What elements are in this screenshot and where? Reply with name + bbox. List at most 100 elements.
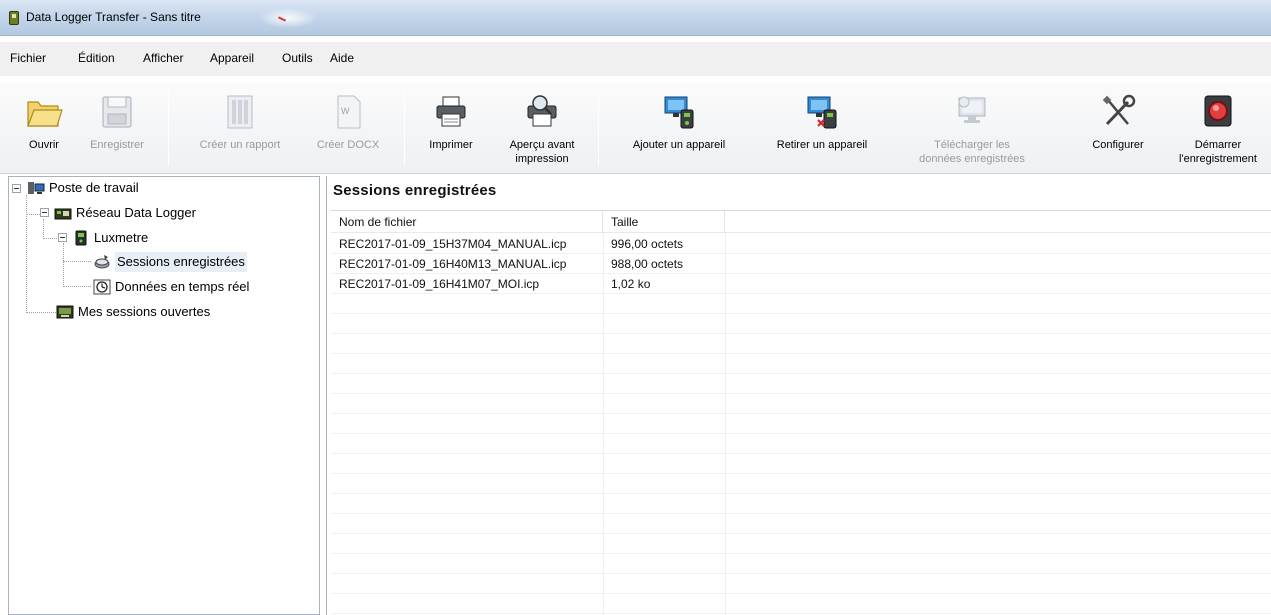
cell-filename: REC2017-01-09_16H41M07_MOI.icp (339, 277, 540, 291)
menu-afficher[interactable]: Afficher (143, 51, 183, 65)
cell-size: 996,00 octets (611, 237, 684, 251)
print-preview-label-line1: Aperçu avant (509, 139, 575, 151)
sessions-title: Sessions enregistrées (333, 182, 497, 199)
tree-connector (26, 312, 56, 313)
open-sessions-icon (56, 305, 74, 319)
remove-device-label: Retirer un appareil (776, 139, 868, 151)
menu-fichier[interactable]: Fichier (10, 51, 46, 65)
cell-filename: REC2017-01-09_16H40M13_MANUAL.icp (339, 257, 567, 271)
print-preview-label: Aperçu avant impression (492, 138, 592, 166)
tree-label-root: Poste de travail (49, 180, 139, 195)
device-tree: Poste de travail Réseau Data Logger Luxm… (8, 176, 320, 615)
report-icon (227, 95, 253, 129)
tree-connector (63, 243, 64, 287)
print-label: Imprimer (429, 139, 473, 151)
table-row[interactable]: REC2017-01-09_15H37M04_MANUAL.icp 996,00 … (331, 235, 1271, 254)
luxmeter-icon (75, 230, 87, 246)
svg-text:W: W (341, 106, 350, 116)
remove-device-icon (807, 96, 837, 129)
column-header-size[interactable]: Taille (603, 211, 725, 233)
create-docx-button[interactable]: W Créer DOCX (308, 82, 388, 174)
add-device-button[interactable]: Ajouter un appareil (610, 82, 748, 174)
open-label: Ouvrir (29, 139, 59, 151)
title-bar: Data Logger Transfer - Sans titre (0, 0, 1271, 36)
add-device-label: Ajouter un appareil (632, 139, 726, 151)
wrench-screwdriver-icon (1102, 94, 1136, 126)
table-row (331, 315, 1271, 334)
table-row (331, 375, 1271, 394)
start-recording-label-line1: Démarrer (1194, 139, 1242, 151)
download-data-label-line2: données enregistrées (919, 153, 1025, 165)
tree-label-device: Luxmetre (94, 230, 149, 245)
menu-appareil[interactable]: Appareil (210, 51, 254, 65)
print-preview-button[interactable]: Aperçu avant impression (492, 82, 592, 174)
menu-edition[interactable]: Édition (78, 51, 115, 65)
tree-label-sessions: Sessions enregistrées (115, 252, 247, 272)
table-row (331, 355, 1271, 374)
table-row (331, 395, 1271, 414)
folder-icon (27, 101, 63, 127)
table-row (331, 475, 1271, 494)
table-row[interactable]: REC2017-01-09_16H41M07_MOI.icp 1,02 ko (331, 275, 1271, 294)
table-row (331, 335, 1271, 354)
download-data-button[interactable]: Télécharger les données enregistrées (898, 82, 1046, 174)
printer-icon (436, 96, 466, 127)
print-button[interactable]: Imprimer (414, 82, 488, 174)
print-preview-icon (527, 95, 557, 127)
toolbar-separator (404, 92, 405, 166)
tree-expander-network[interactable] (40, 208, 49, 217)
create-report-button[interactable]: Créer un rapport (178, 82, 302, 174)
start-recording-button[interactable]: Démarrer l'enregistrement (1168, 82, 1268, 174)
cell-size: 988,00 octets (611, 257, 684, 271)
tree-connector (43, 219, 44, 237)
download-data-label-line1: Télécharger les (934, 139, 1010, 151)
table-header: Nom de fichier Taille (331, 211, 1271, 233)
download-data-label: Télécharger les données enregistrées (898, 138, 1046, 166)
table-row (331, 595, 1271, 614)
tree-expander-root[interactable] (12, 184, 21, 193)
menu-outils[interactable]: Outils (282, 51, 313, 65)
configure-label: Configurer (1092, 139, 1144, 151)
configure-button[interactable]: Configurer (1078, 82, 1158, 174)
table-row (331, 495, 1271, 514)
table-row[interactable]: REC2017-01-09_16H40M13_MANUAL.icp 988,00 … (331, 255, 1271, 274)
table-row (331, 555, 1271, 574)
docx-icon: W (337, 95, 361, 129)
table-row (331, 435, 1271, 454)
table-row (331, 455, 1271, 474)
open-button[interactable]: Ouvrir (14, 82, 74, 174)
tree-label-network: Réseau Data Logger (76, 205, 196, 220)
table-row (331, 295, 1271, 314)
network-icon (54, 208, 72, 220)
tree-connector (63, 286, 91, 287)
title-bar-highlight (258, 8, 318, 28)
start-recording-label: Démarrer l'enregistrement (1168, 138, 1268, 166)
table-row (331, 575, 1271, 594)
column-header-filename[interactable]: Nom de fichier (331, 211, 603, 233)
toolbar: Ouvrir Enregistrer Créer un rapport W Cr… (0, 82, 1271, 174)
computer-icon (28, 182, 45, 194)
tree-connector (26, 214, 40, 215)
save-label: Enregistrer (90, 139, 144, 151)
remove-device-button[interactable]: Retirer un appareil (758, 82, 886, 174)
toolbar-separator (168, 92, 169, 166)
toolbar-separator (598, 92, 599, 166)
table-row (331, 535, 1271, 554)
tree-expander-device[interactable] (58, 233, 67, 242)
menu-aide[interactable]: Aide (330, 51, 354, 65)
window-title: Data Logger Transfer - Sans titre (26, 10, 201, 24)
record-button-icon (1204, 95, 1232, 127)
table-row (331, 415, 1271, 434)
menu-bar: Fichier Édition Afficher Appareil Outils… (0, 42, 1271, 76)
start-recording-label-line2: l'enregistrement (1179, 153, 1257, 165)
download-monitor-icon (958, 96, 986, 123)
save-button[interactable]: Enregistrer (82, 82, 152, 174)
create-report-label: Créer un rapport (199, 139, 281, 151)
sessions-icon (94, 255, 110, 269)
sessions-panel: Sessions enregistrées Nom de fichier Tai… (326, 176, 1271, 615)
app-icon (9, 11, 19, 25)
tree-connector (63, 261, 91, 262)
clock-icon (93, 279, 111, 295)
create-docx-label: Créer DOCX (316, 139, 380, 151)
tree-connector (26, 195, 27, 313)
